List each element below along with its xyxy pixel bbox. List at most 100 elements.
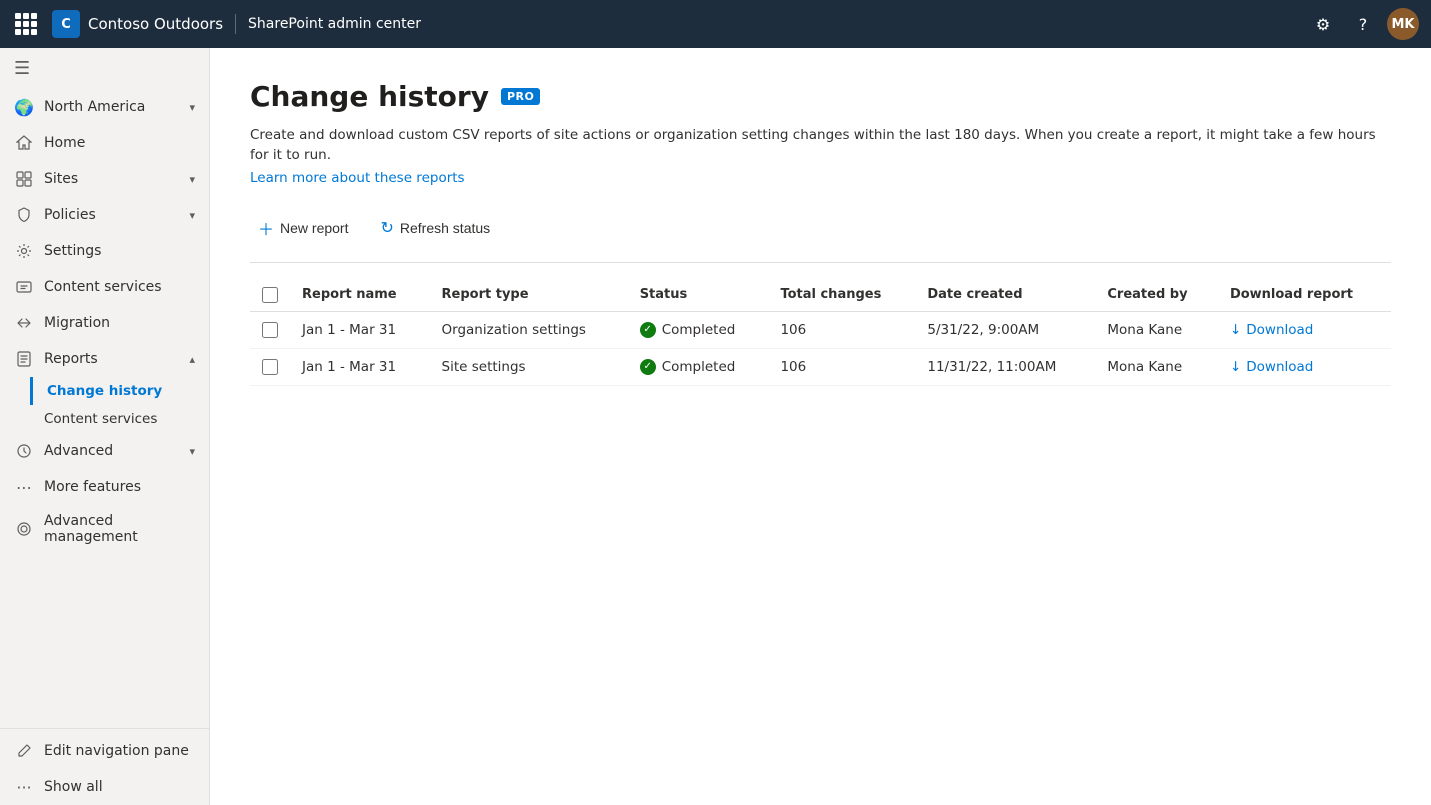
region-label: North America	[44, 99, 179, 115]
chevron-down-icon: ▾	[189, 173, 195, 186]
home-icon	[14, 133, 34, 153]
region-icon: 🌍	[14, 97, 34, 117]
app-logo[interactable]: C Contoso Outdoors	[52, 10, 223, 38]
row-status-0: Completed	[628, 311, 769, 348]
row-report-type-0: Organization settings	[430, 311, 628, 348]
new-report-label: New report	[280, 220, 348, 236]
sidebar-item-change-history[interactable]: Change history	[30, 377, 209, 405]
sidebar: ☰ 🌍 North America ▾ Home Sites ▾	[0, 48, 210, 805]
sidebar-item-show-all[interactable]: ··· Show all	[0, 769, 209, 805]
row-checkbox-cell	[250, 311, 290, 348]
sidebar-item-region[interactable]: 🌍 North America ▾	[0, 89, 209, 125]
topbar-divider	[235, 14, 236, 34]
reports-table: Report name Report type Status Total cha…	[250, 279, 1391, 386]
download-link-1[interactable]: ↓ Download	[1230, 359, 1379, 375]
sidebar-item-content-services[interactable]: Content services	[0, 269, 209, 305]
page-header: Change history PRO	[250, 80, 1391, 113]
row-total-changes-0: 106	[768, 311, 915, 348]
app-name: Contoso Outdoors	[88, 15, 223, 33]
migration-icon	[14, 313, 34, 333]
chevron-down-icon: ▾	[189, 445, 195, 458]
sidebar-item-reports[interactable]: Reports ▴	[0, 341, 209, 377]
page-title: Change history	[250, 80, 489, 113]
download-link-0[interactable]: ↓ Download	[1230, 322, 1379, 338]
download-label: Download	[1246, 322, 1313, 338]
sidebar-item-advanced-management[interactable]: Advanced management	[0, 505, 209, 553]
refresh-status-button[interactable]: ↻ Refresh status	[372, 212, 498, 244]
chevron-up-icon: ▴	[189, 353, 195, 366]
table-row: Jan 1 - Mar 31 Organization settings Com…	[250, 311, 1391, 348]
status-label: Completed	[662, 359, 736, 375]
sidebar-item-advanced-label: Advanced	[44, 443, 179, 459]
advanced-icon	[14, 441, 34, 461]
row-report-name-0: Jan 1 - Mar 31	[290, 311, 430, 348]
sidebar-item-settings[interactable]: Settings	[0, 233, 209, 269]
status-label: Completed	[662, 322, 736, 338]
more-features-icon: ⋯	[14, 477, 34, 497]
row-download-1: ↓ Download	[1218, 348, 1391, 385]
plus-icon: ＋	[258, 216, 274, 240]
user-avatar[interactable]: MK	[1387, 8, 1419, 40]
sidebar-item-policies[interactable]: Policies ▾	[0, 197, 209, 233]
row-checkbox-0[interactable]	[262, 322, 278, 338]
download-icon: ↓	[1230, 359, 1241, 375]
sidebar-item-content-services-label: Content services	[44, 279, 195, 295]
settings-icon-button[interactable]: ⚙	[1307, 8, 1339, 40]
col-download-report: Download report	[1218, 279, 1391, 312]
completed-icon	[640, 359, 656, 375]
sidebar-collapse-button[interactable]: ☰	[0, 48, 209, 89]
waffle-menu-button[interactable]	[12, 10, 40, 38]
row-checkbox-1[interactable]	[262, 359, 278, 375]
sidebar-item-settings-label: Settings	[44, 243, 195, 259]
toolbar: ＋ New report ↻ Refresh status	[250, 210, 1391, 263]
select-all-checkbox[interactable]	[262, 287, 278, 303]
sidebar-item-migration-label: Migration	[44, 315, 195, 331]
edit-nav-icon	[14, 741, 34, 761]
row-date-created-1: 11/31/22, 11:00AM	[915, 348, 1095, 385]
row-created-by-1: Mona Kane	[1095, 348, 1218, 385]
page-description: Create and download custom CSV reports o…	[250, 125, 1391, 166]
sidebar-item-migration[interactable]: Migration	[0, 305, 209, 341]
new-report-button[interactable]: ＋ New report	[250, 210, 356, 246]
completed-icon	[640, 322, 656, 338]
content-services-icon	[14, 277, 34, 297]
table-row: Jan 1 - Mar 31 Site settings Completed 1…	[250, 348, 1391, 385]
row-total-changes-1: 106	[768, 348, 915, 385]
help-icon-button[interactable]: ?	[1347, 8, 1379, 40]
learn-more-link[interactable]: Learn more about these reports	[250, 170, 465, 186]
row-download-0: ↓ Download	[1218, 311, 1391, 348]
content-services-sub-label: Content services	[44, 411, 157, 427]
refresh-icon: ↻	[380, 218, 393, 238]
sidebar-item-home-label: Home	[44, 135, 195, 151]
sidebar-item-edit-nav[interactable]: Edit navigation pane	[0, 733, 209, 769]
show-all-label: Show all	[44, 779, 195, 795]
col-total-changes: Total changes	[768, 279, 915, 312]
sidebar-item-home[interactable]: Home	[0, 125, 209, 161]
col-created-by: Created by	[1095, 279, 1218, 312]
col-status: Status	[628, 279, 769, 312]
sidebar-item-content-services-sub[interactable]: Content services	[44, 405, 209, 433]
change-history-label: Change history	[47, 383, 162, 399]
edit-nav-label: Edit navigation pane	[44, 743, 195, 759]
sidebar-item-advanced-management-label: Advanced management	[44, 513, 195, 545]
topbar: C Contoso Outdoors SharePoint admin cent…	[0, 0, 1431, 48]
sidebar-item-sites[interactable]: Sites ▾	[0, 161, 209, 197]
col-report-type: Report type	[430, 279, 628, 312]
main-content: Change history PRO Create and download c…	[210, 48, 1431, 805]
sidebar-item-advanced[interactable]: Advanced ▾	[0, 433, 209, 469]
show-all-icon: ···	[14, 777, 34, 797]
col-report-name: Report name	[290, 279, 430, 312]
sidebar-item-reports-label: Reports	[44, 351, 179, 367]
table-header-row: Report name Report type Status Total cha…	[250, 279, 1391, 312]
download-icon: ↓	[1230, 322, 1241, 338]
sidebar-bottom: Edit navigation pane ··· Show all	[0, 728, 209, 805]
sidebar-item-policies-label: Policies	[44, 207, 179, 223]
chevron-down-icon: ▾	[189, 209, 195, 222]
advanced-management-icon	[14, 519, 34, 539]
refresh-status-label: Refresh status	[400, 220, 490, 236]
waffle-icon	[15, 13, 37, 35]
reports-icon	[14, 349, 34, 369]
sidebar-item-more-features[interactable]: ⋯ More features	[0, 469, 209, 505]
row-created-by-0: Mona Kane	[1095, 311, 1218, 348]
policies-icon	[14, 205, 34, 225]
